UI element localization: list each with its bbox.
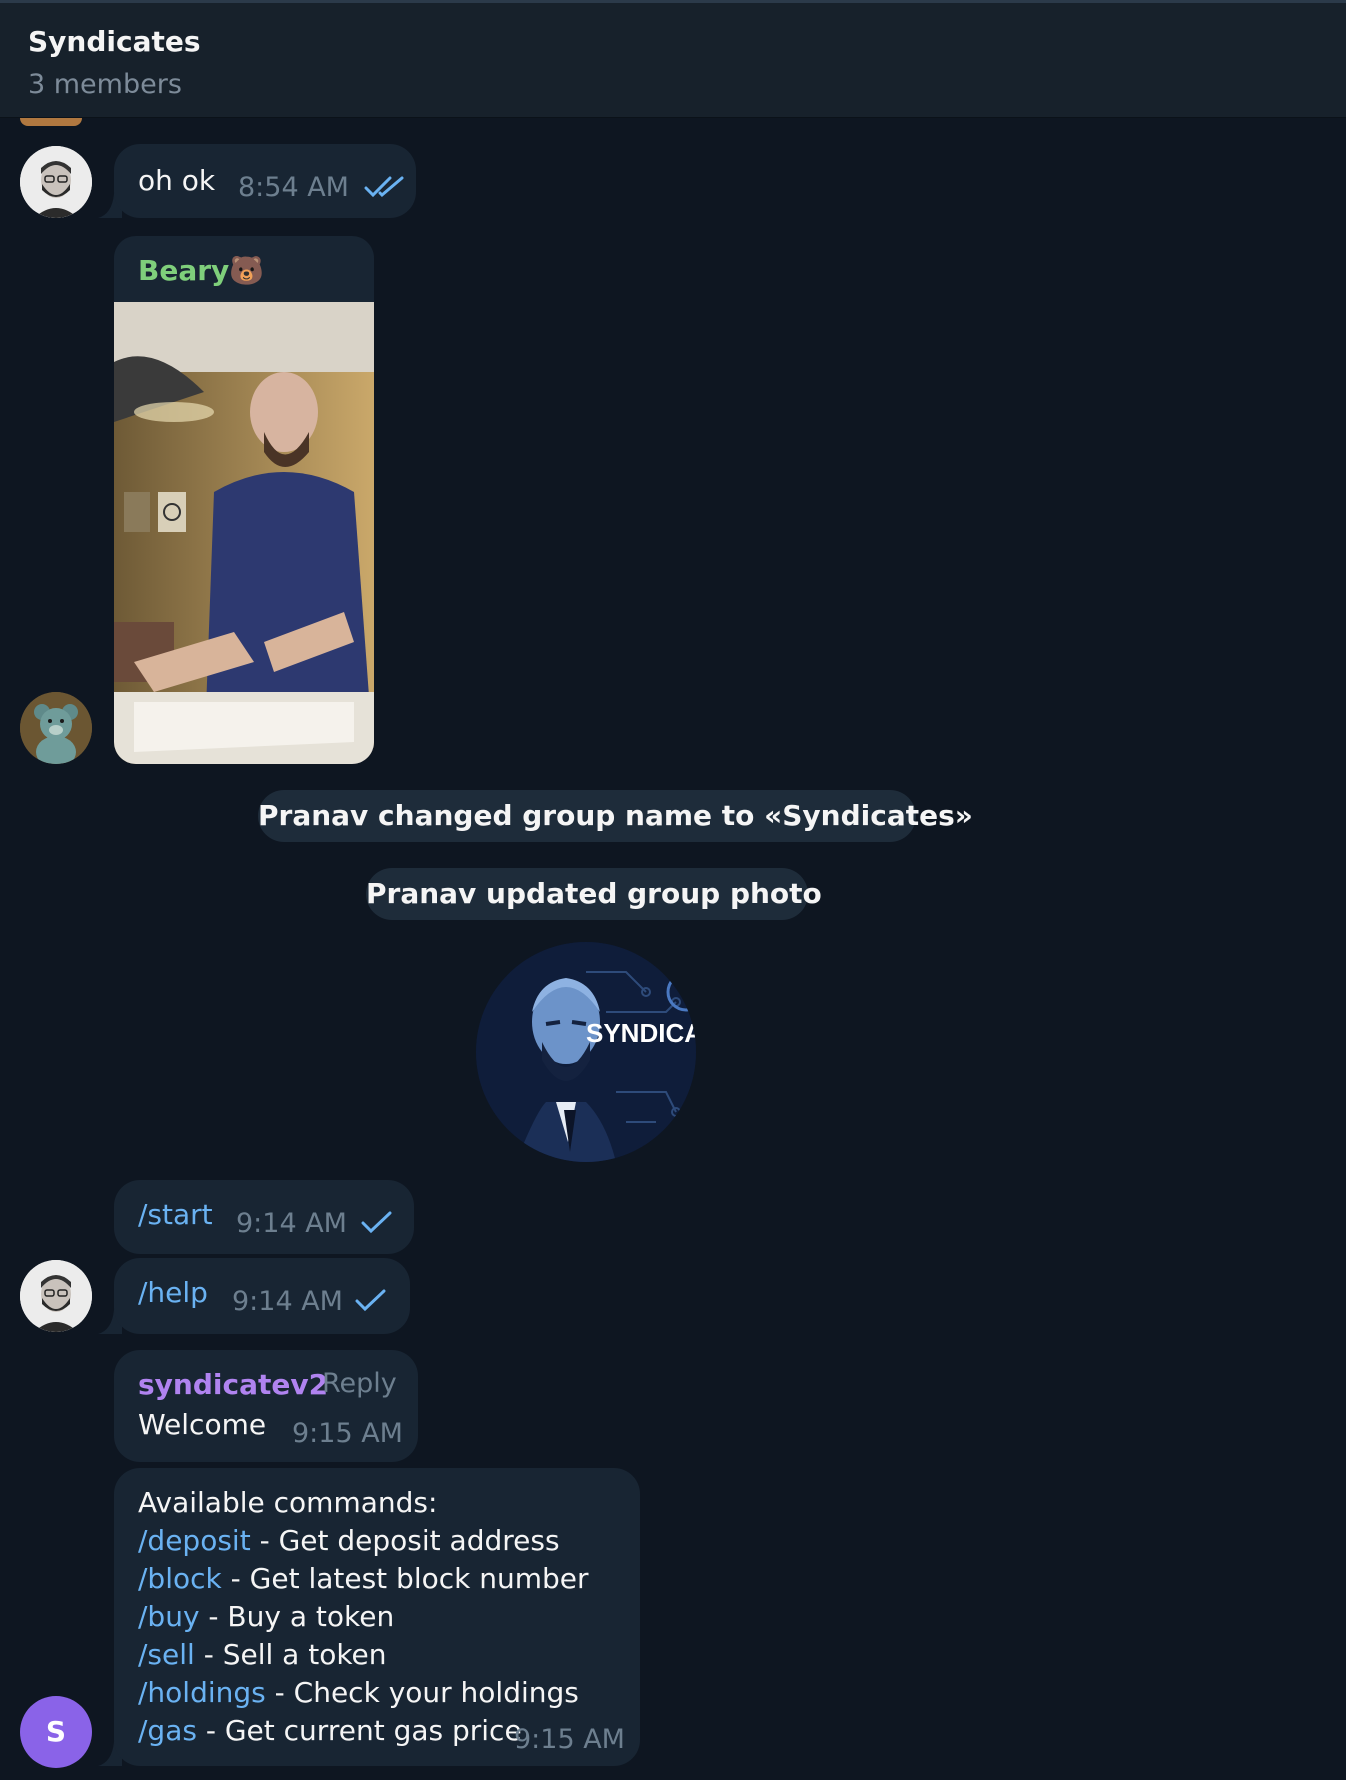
member-count: 3 members [28,69,182,100]
message-bubble[interactable]: /help 9:14 AM [114,1258,410,1334]
bot-avatar[interactable]: S [20,1696,92,1768]
message-time: 9:15 AM [514,1724,625,1755]
command-row: /sell - Sell a token [138,1638,387,1671]
commands-intro: Available commands: [138,1486,438,1519]
bot-message-bubble[interactable]: Available commands: /deposit - Get depos… [114,1468,640,1766]
command-description: - Buy a token [199,1600,395,1633]
message-bubble[interactable]: oh ok 8:54 AM [114,144,416,218]
reply-label: Reply [322,1368,397,1399]
message-time: 8:54 AM [238,172,349,203]
command-row: /deposit - Get deposit address [138,1524,560,1557]
command-link[interactable]: /buy [138,1600,200,1633]
media-message-bubble[interactable]: Beary🐻 [114,236,374,764]
message-bubble[interactable]: /start 9:14 AM [114,1180,414,1254]
command-link[interactable]: /block [138,1562,222,1595]
command-description: - Get current gas price [196,1714,522,1747]
sender-name[interactable]: Beary [138,254,229,287]
command-row: /buy - Buy a token [138,1600,394,1633]
check-icon [361,1211,392,1234]
message-text: oh ok [138,164,216,197]
message-text: Welcome [138,1408,267,1441]
user-avatar[interactable] [20,146,92,218]
service-message-photo: Pranav updated group photo [366,868,822,920]
chat-header[interactable]: Syndicates 3 members [0,0,1346,118]
command-description: - Sell a token [194,1638,387,1671]
command-row: /gas - Get current gas price [138,1714,522,1747]
bear-emoji-icon: 🐻 [229,254,265,287]
gif-video[interactable] [114,302,374,764]
message-time: 9:15 AM [292,1418,403,1449]
command-description: - Check your holdings [265,1676,579,1709]
command-link[interactable]: /holdings [138,1676,266,1709]
group-photo[interactable]: SYNDICA [476,942,696,1162]
chat-title: Syndicates [28,25,201,58]
bot-avatar-letter: S [45,1715,67,1748]
service-message-rename: Pranav changed group name to «Syndicates… [258,790,973,842]
user-avatar[interactable] [20,1260,92,1332]
command-link[interactable]: /help [138,1276,208,1309]
check-icon [355,1289,386,1312]
beary-avatar[interactable] [20,692,92,764]
double-check-icon [364,176,404,198]
command-row: /holdings - Check your holdings [138,1676,579,1709]
sender-name[interactable]: syndicatev2 [138,1368,328,1401]
command-description: - Get deposit address [250,1524,560,1557]
command-link[interactable]: /sell [138,1638,195,1671]
bot-message-bubble[interactable]: syndicatev2 Reply Welcome 9:15 AM [114,1350,418,1462]
partial-avatar [20,118,82,126]
command-link[interactable]: /gas [138,1714,197,1747]
command-link[interactable]: /deposit [138,1524,251,1557]
command-link[interactable]: /start [138,1198,213,1231]
command-row: /block - Get latest block number [138,1562,589,1595]
message-time: 9:14 AM [236,1208,347,1239]
command-description: - Get latest block number [221,1562,589,1595]
group-photo-label: SYNDICA [586,1018,696,1048]
message-time: 9:14 AM [232,1286,343,1317]
